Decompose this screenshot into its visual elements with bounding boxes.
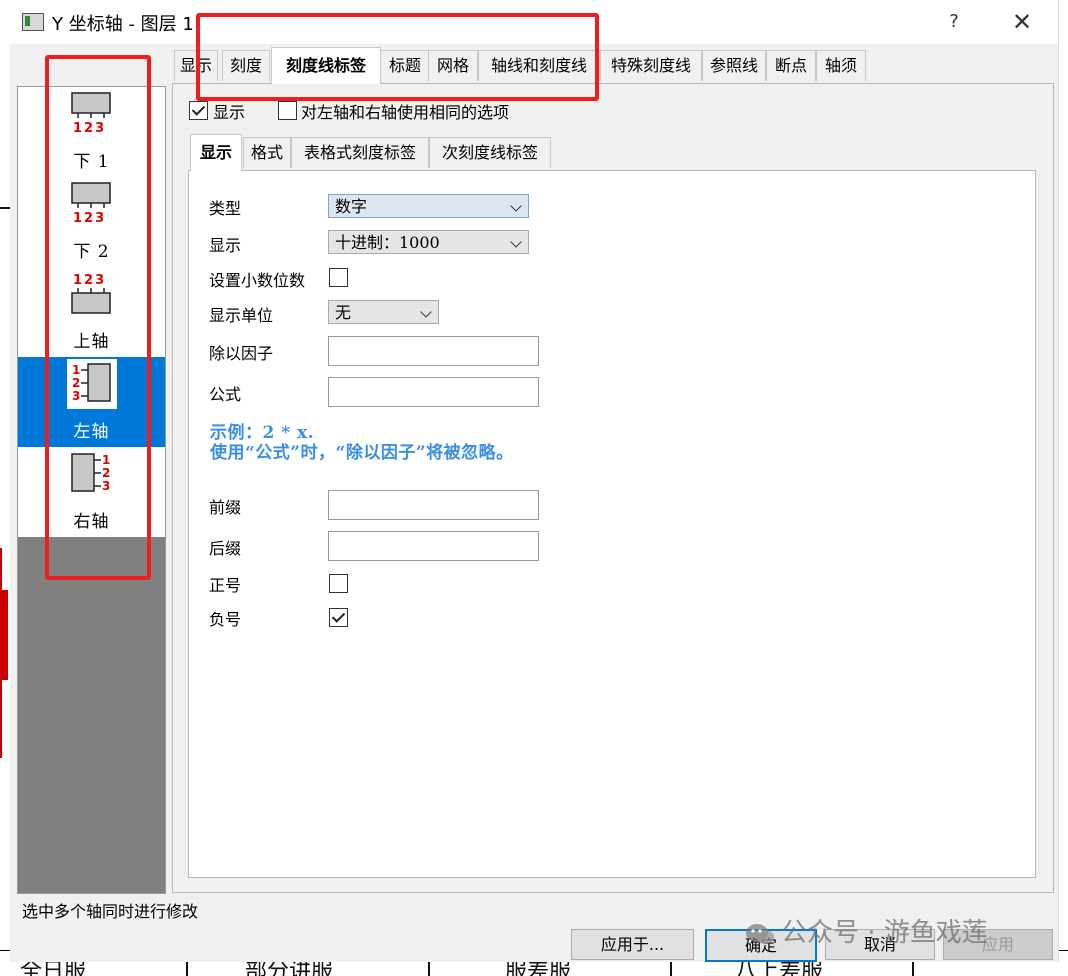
apply-to-button[interactable]: 应用于... [571, 929, 694, 960]
same-options-checkbox[interactable] [278, 101, 297, 120]
watermark: 公众号 · 游鱼戏莲 [745, 912, 988, 949]
subtab-table-labels[interactable]: 表格式刻度标签 [291, 137, 429, 168]
decimal-places-checkbox[interactable] [329, 268, 348, 287]
prefix-input[interactable] [328, 490, 539, 520]
formula-label: 公式 [209, 385, 242, 404]
highlight-box-axis-list [45, 55, 151, 580]
plus-sign-checkbox[interactable] [329, 574, 348, 593]
plus-sign-label: 正号 [209, 576, 242, 595]
unit-select[interactable]: 无 [328, 300, 439, 324]
display-select-value: 十进制：1000 [335, 233, 440, 252]
close-icon: ✕ [1011, 8, 1033, 36]
same-options-label: 对左轴和右轴使用相同的选项 [301, 103, 510, 122]
background-left-strip [0, 0, 10, 975]
show-label: 显示 [213, 103, 246, 122]
formula-input[interactable] [328, 377, 539, 407]
highlight-box-tabs [196, 13, 599, 101]
type-select-value: 数字 [335, 197, 368, 216]
chevron-down-icon [510, 236, 522, 248]
wechat-icon [746, 923, 774, 944]
subtab-format[interactable]: 格式 [243, 137, 291, 168]
unit-select-value: 无 [335, 303, 352, 322]
decimal-places-label: 设置小数位数 [209, 271, 306, 290]
tab-special-ticks[interactable]: 特殊刻度线 [600, 50, 702, 81]
divide-factor-label: 除以因子 [209, 344, 274, 363]
show-checkbox[interactable] [189, 101, 208, 120]
chevron-down-icon [510, 200, 522, 212]
close-button[interactable]: ✕ [1000, 8, 1044, 36]
suffix-input[interactable] [328, 531, 539, 561]
subtab-display[interactable]: 显示 [190, 134, 242, 171]
minus-sign-label: 负号 [209, 610, 242, 629]
minus-sign-checkbox[interactable] [329, 608, 348, 627]
status-text: 选中多个轴同时进行修改 [22, 902, 199, 921]
tab-breaks[interactable]: 断点 [766, 50, 816, 81]
subtab-panel [188, 170, 1036, 878]
display-label: 显示 [209, 236, 242, 255]
divide-factor-input[interactable] [328, 336, 539, 366]
type-label: 类型 [209, 199, 242, 218]
display-select[interactable]: 十进制：1000 [328, 230, 529, 254]
unit-label: 显示单位 [209, 306, 274, 325]
help-button[interactable]: ? [934, 8, 974, 36]
window-icon [22, 13, 44, 31]
suffix-label: 后缀 [209, 539, 242, 558]
chevron-down-icon [420, 306, 432, 318]
type-select[interactable]: 数字 [328, 194, 529, 218]
window-title: Y 坐标轴 - 图层 1 [52, 14, 194, 35]
tab-reference-lines[interactable]: 参照线 [702, 50, 766, 81]
prefix-label: 前缀 [209, 498, 242, 517]
formula-note-text: 使用“公式”时，“除以因子”将被忽略。 [210, 443, 514, 463]
axis-dialog: Y 坐标轴 - 图层 1 ? ✕ 123 下 1 123 下 2 123 上轴 … [10, 0, 1059, 962]
tab-rug[interactable]: 轴须 [816, 50, 866, 81]
subtab-minor-labels[interactable]: 次刻度线标签 [429, 137, 551, 168]
watermark-text: 公众号 · 游鱼戏莲 [781, 918, 988, 948]
